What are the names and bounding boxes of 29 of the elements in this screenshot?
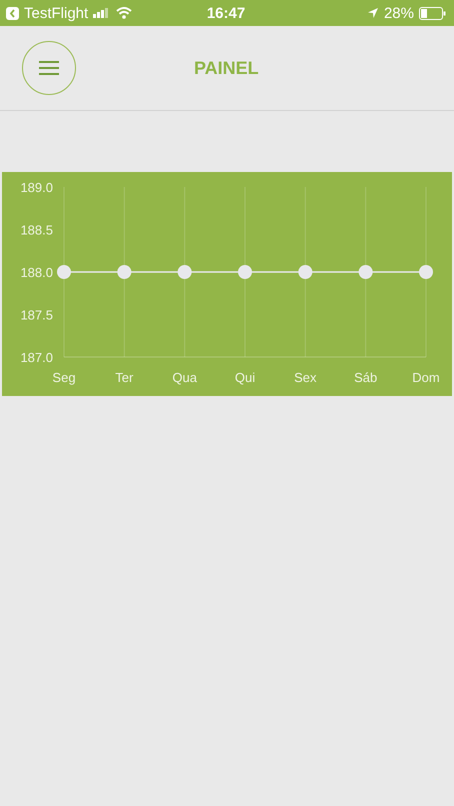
page-title: PAINEL <box>194 58 259 78</box>
x-axis-label: Seg <box>52 370 76 385</box>
x-axis-label: Sex <box>294 370 317 385</box>
data-point <box>57 265 71 279</box>
x-axis-label: Dom <box>412 370 440 385</box>
x-axis-label: Qui <box>234 370 256 385</box>
back-app-label[interactable]: TestFlight <box>24 4 88 22</box>
y-axis-label: 189.0 <box>20 180 53 195</box>
y-axis-label: 188.0 <box>20 265 53 280</box>
data-point <box>419 265 433 279</box>
menu-icon <box>38 60 60 76</box>
y-axis-label: 188.5 <box>20 222 53 238</box>
data-point <box>238 265 252 279</box>
data-point <box>178 265 192 279</box>
x-axis-label: Ter <box>115 370 134 385</box>
clock-time: 16:47 <box>206 4 246 22</box>
wifi-icon <box>116 7 132 19</box>
data-point <box>358 265 373 279</box>
x-axis-label: Sáb <box>354 370 378 385</box>
data-point <box>117 265 132 279</box>
back-icon[interactable] <box>6 6 19 20</box>
location-arrow-icon <box>366 7 379 19</box>
y-axis-label: 187.5 <box>20 308 53 322</box>
menu-button[interactable] <box>22 41 76 95</box>
y-axis-label: 187.0 <box>20 350 53 365</box>
battery-percent: 28% <box>384 4 414 22</box>
data-point <box>298 265 312 279</box>
battery-icon <box>419 6 446 20</box>
x-axis-label: Qua <box>172 370 197 385</box>
